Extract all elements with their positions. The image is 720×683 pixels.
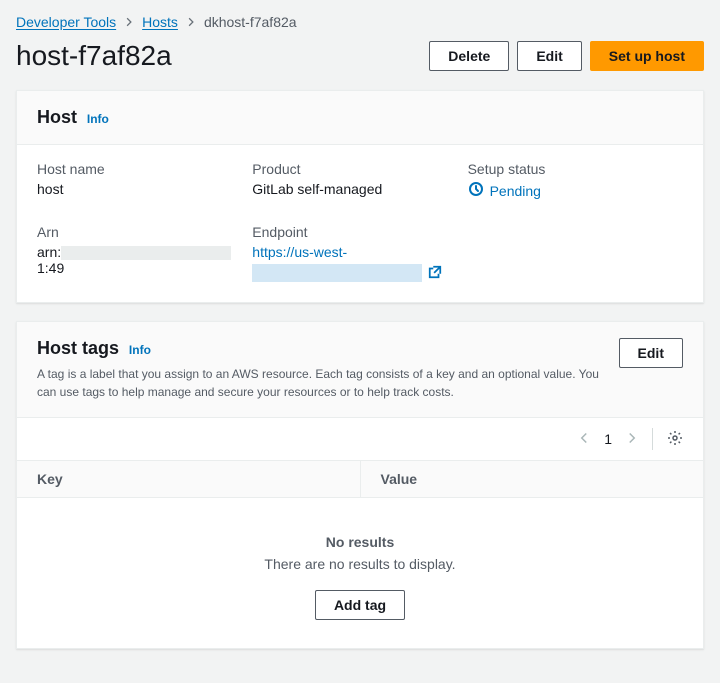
external-link-icon[interactable] bbox=[428, 265, 442, 282]
setup-status-value: Pending bbox=[468, 181, 663, 200]
product-value: GitLab self-managed bbox=[252, 181, 447, 197]
setup-host-button[interactable]: Set up host bbox=[590, 41, 704, 71]
tags-table-header: Key Value bbox=[17, 460, 703, 498]
breadcrumb-hosts[interactable]: Hosts bbox=[142, 14, 178, 30]
divider bbox=[652, 428, 653, 450]
pager-prev[interactable] bbox=[578, 431, 590, 447]
header-actions: Delete Edit Set up host bbox=[429, 41, 704, 71]
setup-status-text: Pending bbox=[490, 183, 541, 199]
pager-page: 1 bbox=[604, 431, 612, 447]
host-name-label: Host name bbox=[37, 161, 232, 177]
pager-next[interactable] bbox=[626, 431, 638, 447]
host-tags-info-link[interactable]: Info bbox=[129, 343, 151, 357]
breadcrumb-current: dkhost-f7af82a bbox=[204, 14, 297, 30]
host-panel-title: Host bbox=[37, 107, 77, 127]
host-tags-panel: Host tags Info A tag is a label that you… bbox=[16, 321, 704, 649]
host-info-link[interactable]: Info bbox=[87, 112, 109, 126]
empty-title: No results bbox=[37, 534, 683, 550]
arn-prefix: arn: bbox=[37, 244, 61, 260]
delete-button[interactable]: Delete bbox=[429, 41, 509, 71]
arn-value: arn: 1:49 bbox=[37, 244, 232, 276]
product-label: Product bbox=[252, 161, 447, 177]
endpoint-redacted bbox=[252, 264, 422, 282]
host-panel: Host Info Host name host Product GitLab … bbox=[16, 90, 704, 303]
arn-redacted bbox=[61, 246, 231, 260]
arn-label: Arn bbox=[37, 224, 232, 240]
edit-tags-button[interactable]: Edit bbox=[619, 338, 683, 368]
edit-button[interactable]: Edit bbox=[517, 41, 581, 71]
pending-icon bbox=[468, 181, 484, 200]
breadcrumb: Developer Tools Hosts dkhost-f7af82a bbox=[16, 14, 704, 30]
breadcrumb-root[interactable]: Developer Tools bbox=[16, 14, 116, 30]
chevron-right-icon bbox=[124, 17, 134, 27]
endpoint-link[interactable]: https://us-west- bbox=[252, 244, 347, 260]
host-tags-title: Host tags bbox=[37, 338, 119, 358]
endpoint-label: Endpoint bbox=[252, 224, 447, 240]
col-value: Value bbox=[360, 461, 704, 497]
gear-icon[interactable] bbox=[667, 430, 683, 449]
page-title: host-f7af82a bbox=[16, 40, 172, 72]
pager: 1 bbox=[17, 418, 703, 460]
add-tag-button[interactable]: Add tag bbox=[315, 590, 405, 620]
empty-subtitle: There are no results to display. bbox=[37, 556, 683, 572]
arn-line2: 1:49 bbox=[37, 260, 64, 276]
host-tags-description: A tag is a label that you assign to an A… bbox=[37, 365, 603, 401]
setup-status-label: Setup status bbox=[468, 161, 663, 177]
chevron-right-icon bbox=[186, 17, 196, 27]
empty-state: No results There are no results to displ… bbox=[17, 498, 703, 648]
col-key: Key bbox=[17, 461, 360, 497]
host-name-value: host bbox=[37, 181, 232, 197]
